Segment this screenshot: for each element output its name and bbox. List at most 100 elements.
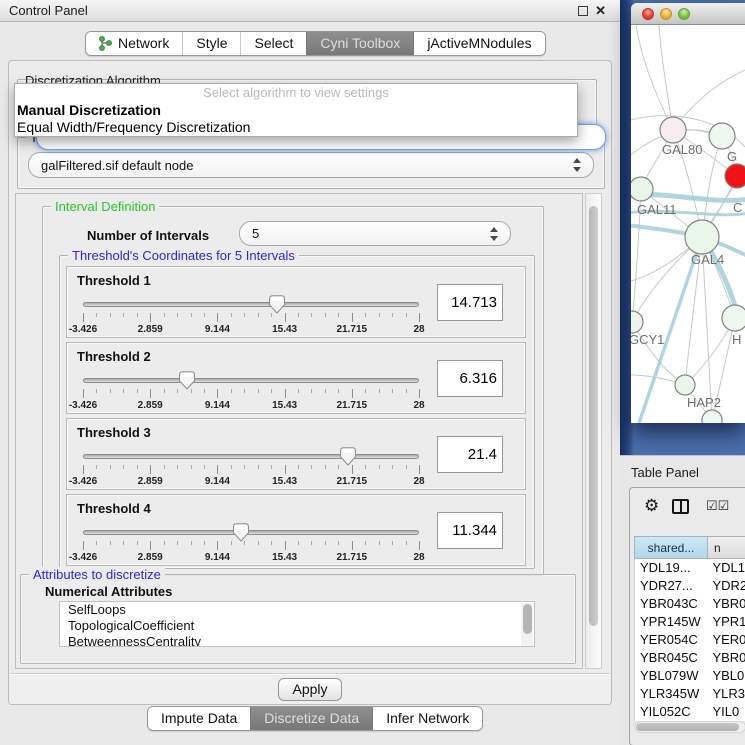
cell-name[interactable]: YIL0 [708, 703, 745, 721]
attribute-list-item[interactable]: TopologicalCoefficient [60, 618, 534, 634]
network-canvas[interactable]: GAL80GCGAL11GAL4GCY1HHAP2 [631, 25, 745, 423]
number-of-intervals-label: Number of Intervals [87, 228, 209, 243]
dropdown-option-manual-discretization[interactable]: Manual Discretization [15, 102, 577, 119]
tab-impute-data[interactable]: Impute Data [148, 707, 250, 730]
cell-name[interactable]: YDL1 [708, 559, 745, 577]
threshold-value-field[interactable]: 21.4 [437, 436, 503, 473]
table-horizontal-scrollbar[interactable] [634, 721, 745, 733]
scrollbar-thumb[interactable] [636, 723, 739, 731]
table-data-combobox[interactable]: galFiltered.sif default node [28, 152, 594, 178]
network-node[interactable] [725, 164, 745, 188]
attribute-list-item[interactable]: BetweennessCentrality [60, 634, 534, 647]
network-window-titlebar[interactable] [631, 3, 745, 25]
slider-scale-labels: -3.4262.8599.14415.4321.71528 [83, 400, 419, 412]
tab-cyni-toolbox[interactable]: Cyni Toolbox [306, 32, 413, 55]
cell-shared-name[interactable]: YBL079W [635, 667, 708, 685]
column-header-name[interactable]: n [708, 536, 745, 559]
slider-ticks [83, 465, 419, 474]
network-node[interactable] [722, 305, 745, 331]
table-row[interactable]: YBR043CYBR0 [635, 595, 745, 613]
network-node[interactable] [675, 375, 695, 395]
zoom-traffic-light-icon[interactable] [678, 8, 690, 20]
slider-track[interactable] [83, 302, 419, 307]
float-window-icon[interactable] [578, 6, 588, 16]
table-row[interactable]: YBR045CYBR0 [635, 649, 745, 667]
network-view-window: GAL80GCGAL11GAL4GCY1HHAP2 [631, 3, 745, 423]
tab-style[interactable]: Style [182, 32, 240, 55]
network-node[interactable] [660, 117, 686, 143]
slider-handle-icon[interactable] [340, 447, 356, 466]
cell-name[interactable]: YLR3 [708, 685, 745, 703]
columns-icon[interactable] [672, 499, 689, 514]
network-node-label: C [733, 200, 742, 215]
gear-icon[interactable]: ⚙ [644, 496, 659, 516]
table-row[interactable]: YBL079WYBL0 [635, 667, 745, 685]
column-header-shared-name[interactable]: shared... [634, 536, 708, 559]
threshold-value-field[interactable]: 6.316 [437, 360, 503, 397]
slider-handle-icon[interactable] [233, 523, 249, 542]
table-row[interactable]: YDL19...YDL1 [635, 559, 745, 577]
network-node[interactable] [631, 177, 653, 201]
table-row[interactable]: YDR27...YDR2 [635, 577, 745, 595]
dropdown-placeholder-option[interactable]: Select algorithm to view settings [15, 84, 577, 102]
slider-handle-icon[interactable] [269, 295, 285, 314]
table-header-row: shared... n [634, 536, 745, 559]
cell-name[interactable]: YDR2 [708, 577, 745, 595]
cell-shared-name[interactable]: YPR145W [635, 613, 708, 631]
table-row[interactable]: YIL052CYIL0 [635, 703, 745, 721]
cell-shared-name[interactable]: YBR043C [635, 595, 708, 613]
cell-name[interactable]: YBL0 [708, 667, 745, 685]
attribute-list-item[interactable]: SelfLoops [60, 602, 534, 618]
network-node[interactable] [631, 311, 643, 333]
cell-name[interactable]: YBR0 [708, 649, 745, 667]
threshold-value-field[interactable]: 11.344 [437, 512, 503, 549]
cell-shared-name[interactable]: YER054C [635, 631, 708, 649]
attributes-group: Attributes to discretize Numerical Attri… [20, 574, 576, 664]
tab-infer-network[interactable]: Infer Network [372, 707, 482, 730]
settings-vertical-scrollbar[interactable] [585, 193, 602, 669]
apply-button[interactable]: Apply [278, 678, 342, 701]
tab-network-label: Network [118, 35, 169, 51]
scrollbar-thumb[interactable] [589, 206, 598, 626]
slider-track[interactable] [83, 378, 419, 383]
slider-handle-icon[interactable] [179, 371, 195, 390]
tab-jactivemnodules[interactable]: jActiveMNodules [413, 32, 544, 55]
thresholds-group: Threshold's Coordinates for 5 Intervals … [59, 255, 535, 569]
algorithm-dropdown-popup: Select algorithm to view settings Manual… [14, 83, 578, 137]
slider-track[interactable] [83, 530, 419, 535]
cell-name[interactable]: YPR1 [708, 613, 745, 631]
cell-shared-name[interactable]: YDL19... [635, 559, 708, 577]
network-node-label: GAL80 [662, 142, 702, 157]
table-row[interactable]: YLR345WYLR3 [635, 685, 745, 703]
tab-discretize-data[interactable]: Discretize Data [250, 707, 372, 730]
cell-name[interactable]: YBR0 [708, 595, 745, 613]
cyni-toolbox-panel: Discretization Algorithm Select algorith… [8, 60, 612, 705]
network-node[interactable] [685, 220, 719, 254]
threshold-slider[interactable]: -3.4262.8599.14415.4321.71528 [83, 445, 419, 489]
dropdown-option-equal-width-frequency[interactable]: Equal Width/Frequency Discretization [15, 119, 577, 136]
slider-track[interactable] [83, 454, 419, 459]
threshold-slider[interactable]: -3.4262.8599.14415.4321.71528 [83, 369, 419, 413]
number-of-intervals-combobox[interactable]: 5 [239, 221, 511, 246]
table-row[interactable]: YPR145WYPR1 [635, 613, 745, 631]
table-row[interactable]: YER054CYER0 [635, 631, 745, 649]
cell-name[interactable]: YER0 [708, 631, 745, 649]
attributes-list-scrollbar[interactable] [521, 603, 533, 647]
settings-scroll-viewport: Interval Definition Number of Intervals … [15, 193, 583, 669]
threshold-value-field[interactable]: 14.713 [437, 284, 503, 321]
network-node[interactable] [709, 123, 735, 149]
checkbox-icons[interactable]: ☑☑ [706, 498, 729, 514]
threshold-slider[interactable]: -3.4262.8599.14415.4321.71528 [83, 521, 419, 565]
tab-network[interactable]: Network [86, 32, 182, 55]
tab-select[interactable]: Select [240, 32, 306, 55]
control-panel-titlebar[interactable]: Control Panel ✕ [0, 0, 620, 22]
cell-shared-name[interactable]: YLR345W [635, 685, 708, 703]
cell-shared-name[interactable]: YIL052C [635, 703, 708, 721]
close-icon[interactable]: ✕ [595, 6, 606, 16]
cell-shared-name[interactable]: YBR045C [635, 649, 708, 667]
close-traffic-light-icon[interactable] [642, 8, 654, 20]
threshold-slider[interactable]: -3.4262.8599.14415.4321.71528 [83, 293, 419, 337]
slider-ticks [83, 313, 419, 322]
minimize-traffic-light-icon[interactable] [660, 8, 672, 20]
cell-shared-name[interactable]: YDR27... [635, 577, 708, 595]
